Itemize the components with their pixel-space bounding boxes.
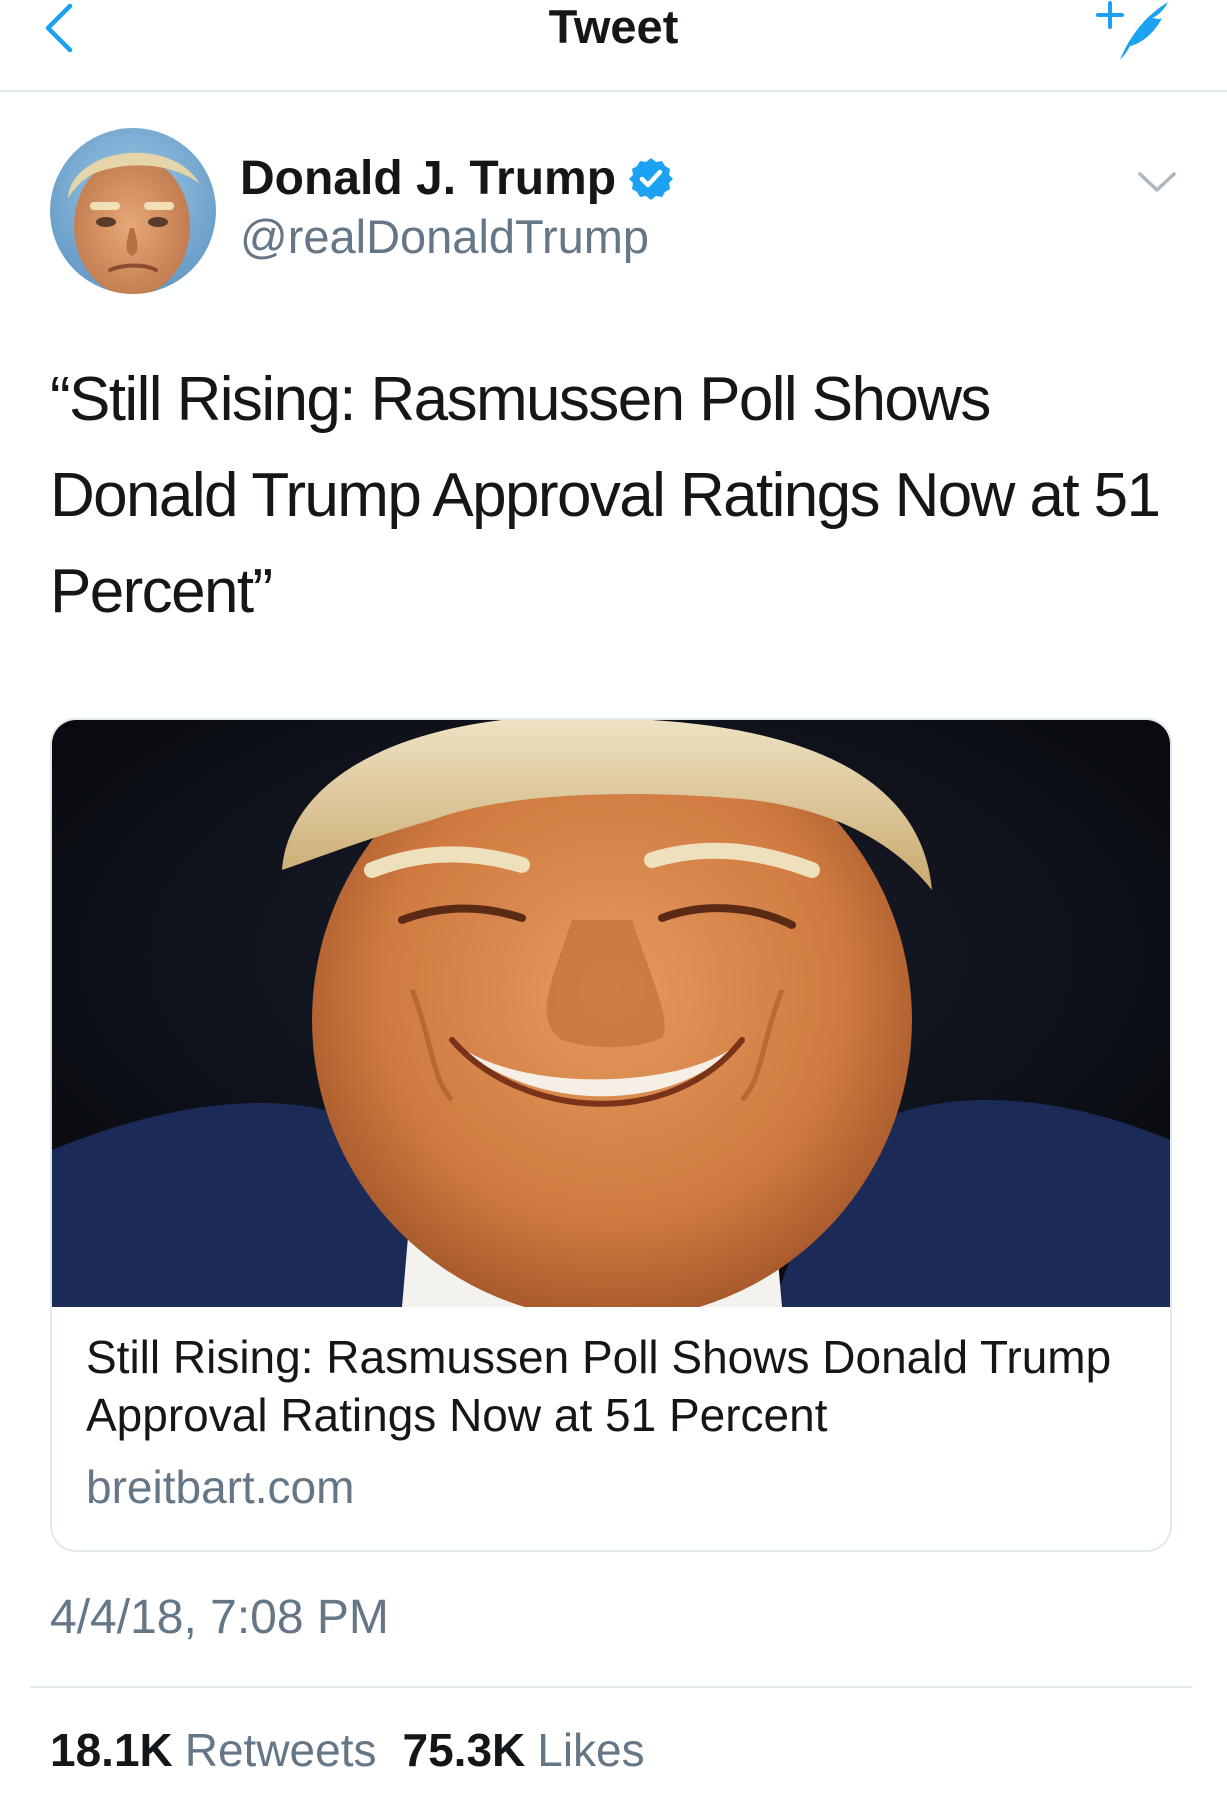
retweets-stat[interactable]: 18.1K Retweets — [50, 1720, 377, 1780]
tweet-text: “Still Rising: Rasmussen Poll Shows Dona… — [50, 365, 1161, 626]
author-name[interactable]: Donald J. Trump — [240, 150, 674, 208]
tweet-timestamp: 4/4/18, 7:08 PM — [50, 1591, 389, 1644]
verified-badge-icon — [629, 158, 674, 200]
compose-tweet-icon — [1096, 1, 1168, 60]
card-domain: breitbart.com — [86, 1461, 355, 1513]
card-title: Still Rising: Rasmussen Poll Shows Donal… — [86, 1331, 1112, 1441]
nav-header: Tweet — [0, 0, 1227, 92]
link-card[interactable]: Still Rising: Rasmussen Poll Shows Donal… — [50, 718, 1172, 1552]
tweet-stats: 18.1K Retweets 75.3K Likes — [50, 1720, 671, 1780]
compose-tweet-button[interactable] — [1092, 0, 1172, 66]
retweets-label: Retweets — [184, 1724, 377, 1776]
card-image — [52, 720, 1170, 1307]
page-title: Tweet — [548, 0, 679, 53]
likes-label: Likes — [537, 1724, 645, 1776]
likes-count: 75.3K — [402, 1724, 526, 1776]
divider — [30, 1686, 1192, 1688]
chevron-down-icon — [1138, 172, 1176, 192]
author-name-text: Donald J. Trump — [240, 152, 617, 205]
profile-photo — [50, 128, 216, 294]
avatar[interactable] — [50, 128, 216, 294]
tweet-menu-button[interactable] — [1136, 168, 1178, 198]
retweets-count: 18.1K — [50, 1724, 173, 1776]
likes-stat[interactable]: 75.3K Likes — [403, 1720, 645, 1780]
author-handle[interactable]: @realDonaldTrump — [240, 208, 649, 266]
tweet-detail-screen: Tweet Donald J. Trump @realDonaldTrump “… — [0, 0, 1227, 1806]
